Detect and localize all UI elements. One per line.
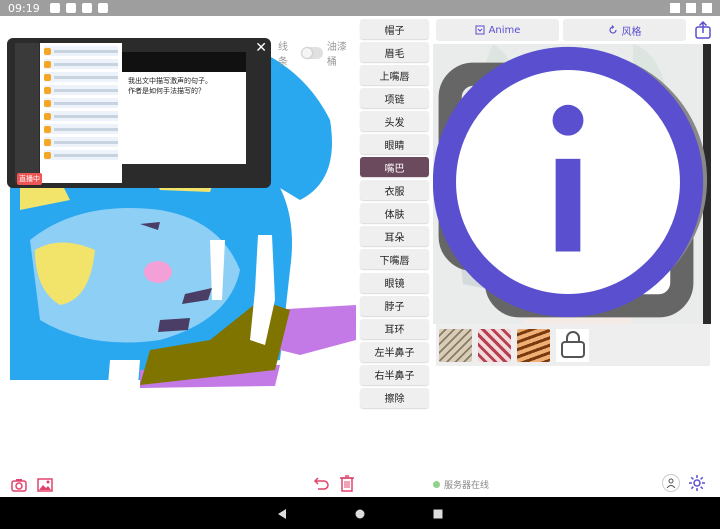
back-icon[interactable] bbox=[277, 504, 287, 523]
overlay-chat-list bbox=[40, 43, 122, 183]
overlay-document: 我出文中描写激声的句子。 作者是如何手法描写的？ bbox=[122, 52, 246, 164]
style-thumb-1[interactable] bbox=[439, 328, 472, 362]
face-part-button[interactable]: 耳朵 bbox=[360, 226, 429, 247]
share-icon[interactable] bbox=[694, 20, 712, 39]
clock: 09:19 bbox=[8, 1, 40, 15]
line-mode-label: 线条 bbox=[278, 42, 288, 68]
overlay-article-line1: 我出文中描写激声的句子。 bbox=[128, 77, 212, 85]
face-part-button[interactable]: 眼睛 bbox=[360, 134, 429, 155]
face-part-list: 帽子眉毛 上嘴唇 项链 头发 眼睛 嘴巴 衣服 体肤 耳朵 下嘴唇 眼镜 脖子 耳环 左半鼻子 右半鼻子 擦除 bbox=[360, 19, 429, 411]
style-thumb-2[interactable] bbox=[478, 328, 511, 362]
face-part-button[interactable]: 脖子 bbox=[360, 295, 429, 316]
info-icon[interactable] bbox=[433, 44, 707, 322]
face-part-button[interactable]: 眼镜 bbox=[360, 272, 429, 293]
undo-icon[interactable] bbox=[312, 474, 330, 492]
overlay-article-line2: 作者是如何手法描写的？ bbox=[128, 87, 205, 95]
anime-button[interactable]: Anime bbox=[436, 19, 559, 41]
face-part-button[interactable]: 右半鼻子 bbox=[360, 364, 429, 385]
fill-mode-toggle[interactable] bbox=[301, 47, 323, 59]
gallery-icon[interactable] bbox=[36, 476, 54, 494]
notification-icons bbox=[49, 3, 108, 13]
gear-icon[interactable] bbox=[688, 474, 706, 496]
face-part-button[interactable]: 下嘴唇 bbox=[360, 249, 429, 270]
close-icon[interactable]: ✕ bbox=[255, 40, 267, 56]
status-bar: 09:19 bbox=[0, 0, 720, 16]
result-panel: Anime 风格 bbox=[433, 16, 720, 476]
server-status: 服务器在线 bbox=[433, 478, 489, 491]
server-status-label: 服务器在线 bbox=[444, 481, 490, 491]
style-button-label: 风格 bbox=[621, 26, 642, 38]
camera-icon[interactable] bbox=[10, 476, 28, 494]
history-tools bbox=[312, 474, 356, 492]
fill-mode-toggle-row: 线条 油漆桶 bbox=[278, 38, 356, 68]
style-button[interactable]: 风格 bbox=[563, 19, 686, 41]
face-part-button[interactable]: 衣服 bbox=[360, 180, 429, 201]
face-part-button[interactable]: 头发 bbox=[360, 111, 429, 132]
face-part-button[interactable]: 耳环 bbox=[360, 318, 429, 339]
face-part-button[interactable]: 体肤 bbox=[360, 203, 429, 224]
canvas-tools bbox=[10, 476, 54, 494]
user-icon[interactable] bbox=[662, 474, 680, 492]
face-part-button[interactable]: 眉毛 bbox=[360, 42, 429, 63]
home-icon[interactable] bbox=[355, 504, 365, 523]
floating-screen-overlay[interactable]: 我出文中描写激声的句子。 作者是如何手法描写的？ 直播中 ✕ bbox=[7, 38, 271, 188]
lock-icon bbox=[560, 331, 585, 358]
mode-buttons: Anime 风格 bbox=[436, 19, 686, 41]
recents-icon[interactable] bbox=[433, 504, 443, 523]
locked-style[interactable] bbox=[556, 328, 589, 362]
refresh-icon bbox=[608, 25, 617, 34]
style-thumbnail-row bbox=[436, 324, 710, 366]
drawing-canvas[interactable]: 线条 油漆桶 我出文中描写激声的句子。 作者是如何手法描写的？ 直播中 ✕ bbox=[0, 16, 356, 476]
live-badge: 直播中 bbox=[17, 173, 42, 185]
face-part-button[interactable]: 上嘴唇 bbox=[360, 65, 429, 86]
anime-button-label: Anime bbox=[488, 24, 521, 36]
system-nav-bar bbox=[0, 497, 720, 529]
style-thumb-3[interactable] bbox=[517, 328, 550, 362]
system-icons bbox=[670, 3, 712, 13]
trash-icon[interactable] bbox=[338, 474, 356, 492]
face-part-button[interactable]: 左半鼻子 bbox=[360, 341, 429, 362]
face-part-button[interactable]: 帽子 bbox=[360, 19, 429, 39]
bucket-mode-label: 油漆桶 bbox=[326, 42, 347, 68]
status-dot bbox=[433, 481, 440, 488]
face-part-button[interactable]: 项链 bbox=[360, 88, 429, 109]
generated-anime-image bbox=[433, 44, 711, 324]
overlay-sidebar bbox=[15, 43, 39, 183]
anime-icon bbox=[475, 25, 485, 35]
face-part-button[interactable]: 擦除 bbox=[360, 387, 429, 408]
face-part-button[interactable]: 嘴巴 bbox=[360, 157, 429, 178]
